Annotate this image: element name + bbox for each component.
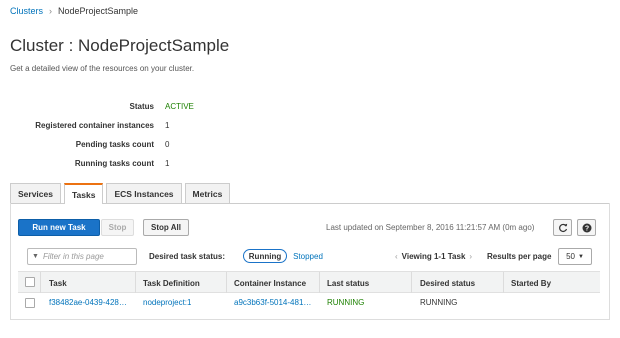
run-new-task-button[interactable]: Run new Task xyxy=(18,219,100,236)
column-header-container-instance[interactable]: Container Instance xyxy=(234,279,306,288)
help-button[interactable]: ? xyxy=(577,219,596,236)
page-title: Cluster : NodeProjectSample xyxy=(10,36,230,55)
column-header-started-by[interactable]: Started By xyxy=(511,279,551,288)
container-instance-link[interactable]: a9c3b63f-5014-481… xyxy=(234,298,318,307)
summary-row-running-tasks: Running tasks count 1 xyxy=(0,159,300,173)
refresh-icon xyxy=(558,223,567,232)
refresh-button[interactable] xyxy=(553,219,572,236)
results-per-page-value: 50 xyxy=(566,252,575,261)
table-row: f38482ae-0439-428… nodeproject:1 a9c3b63… xyxy=(18,293,600,313)
column-divider xyxy=(411,272,412,293)
column-header-task[interactable]: Task xyxy=(49,279,67,288)
stop-all-button[interactable]: Stop All xyxy=(143,219,189,236)
select-all-checkbox[interactable] xyxy=(25,277,35,287)
summary-value: ACTIVE xyxy=(165,102,194,111)
prev-page-icon[interactable]: ‹ xyxy=(395,252,398,261)
summary-value: 1 xyxy=(165,121,170,130)
svg-text:?: ? xyxy=(584,225,588,232)
desired-status-value: RUNNING xyxy=(420,298,458,307)
next-page-icon[interactable]: › xyxy=(469,252,472,261)
page-subtitle: Get a detailed view of the resources on … xyxy=(10,64,195,73)
tasks-table-header: Task Task Definition Container Instance … xyxy=(18,271,600,293)
summary-label: Registered container instances xyxy=(35,121,154,130)
summary-row-pending-tasks: Pending tasks count 0 xyxy=(0,140,300,154)
status-filter-stopped[interactable]: Stopped xyxy=(290,249,326,263)
status-filter-running[interactable]: Running xyxy=(243,249,287,263)
column-divider xyxy=(319,272,320,293)
pagination: ‹ Viewing 1-1 Task › xyxy=(395,252,472,261)
chevron-down-icon: ▼ xyxy=(577,253,584,260)
column-divider xyxy=(40,272,41,293)
last-updated-text: Last updated on September 8, 2016 11:21:… xyxy=(326,223,535,232)
tab-bar: Services Tasks ECS Instances Metrics xyxy=(10,183,233,204)
tab-ecs-instances[interactable]: ECS Instances xyxy=(106,183,182,203)
last-status-value: RUNNING xyxy=(327,298,365,307)
tab-metrics[interactable]: Metrics xyxy=(184,183,231,203)
task-filter-input[interactable]: ▼ Filter in this page xyxy=(27,248,137,265)
column-header-desired-status[interactable]: Desired status xyxy=(420,279,475,288)
summary-label: Running tasks count xyxy=(74,159,154,168)
help-icon: ? xyxy=(582,223,591,232)
column-header-task-definition[interactable]: Task Definition xyxy=(143,279,200,288)
desired-status-label: Desired task status: xyxy=(149,252,226,261)
summary-label: Pending tasks count xyxy=(75,140,154,149)
row-checkbox[interactable] xyxy=(25,298,35,308)
breadcrumb-clusters-link[interactable]: Clusters xyxy=(10,6,43,16)
task-definition-link[interactable]: nodeproject:1 xyxy=(143,298,191,307)
tab-tasks[interactable]: Tasks xyxy=(63,183,104,204)
column-header-last-status[interactable]: Last status xyxy=(327,279,369,288)
summary-label: Status xyxy=(129,102,154,111)
summary-row-registered-instances: Registered container instances 1 xyxy=(0,121,300,135)
summary-value: 1 xyxy=(165,159,170,168)
task-id-link[interactable]: f38482ae-0439-428… xyxy=(49,298,133,307)
results-per-page-label: Results per page xyxy=(487,252,552,261)
summary-row-status: Status ACTIVE xyxy=(0,102,300,116)
breadcrumb-separator: › xyxy=(49,6,53,16)
column-divider xyxy=(226,272,227,293)
breadcrumb: Clusters › NodeProjectSample xyxy=(10,6,138,16)
column-divider xyxy=(135,272,136,293)
results-per-page-select[interactable]: 50 ▼ xyxy=(558,248,592,265)
filter-placeholder: Filter in this page xyxy=(42,252,104,261)
summary-value: 0 xyxy=(165,140,170,149)
column-divider xyxy=(503,272,504,293)
stop-button[interactable]: Stop xyxy=(101,219,134,236)
breadcrumb-current: NodeProjectSample xyxy=(58,6,139,16)
filter-icon: ▼ xyxy=(32,253,39,260)
tab-services[interactable]: Services xyxy=(10,183,61,203)
viewing-count: Viewing 1-1 Task xyxy=(401,252,466,261)
